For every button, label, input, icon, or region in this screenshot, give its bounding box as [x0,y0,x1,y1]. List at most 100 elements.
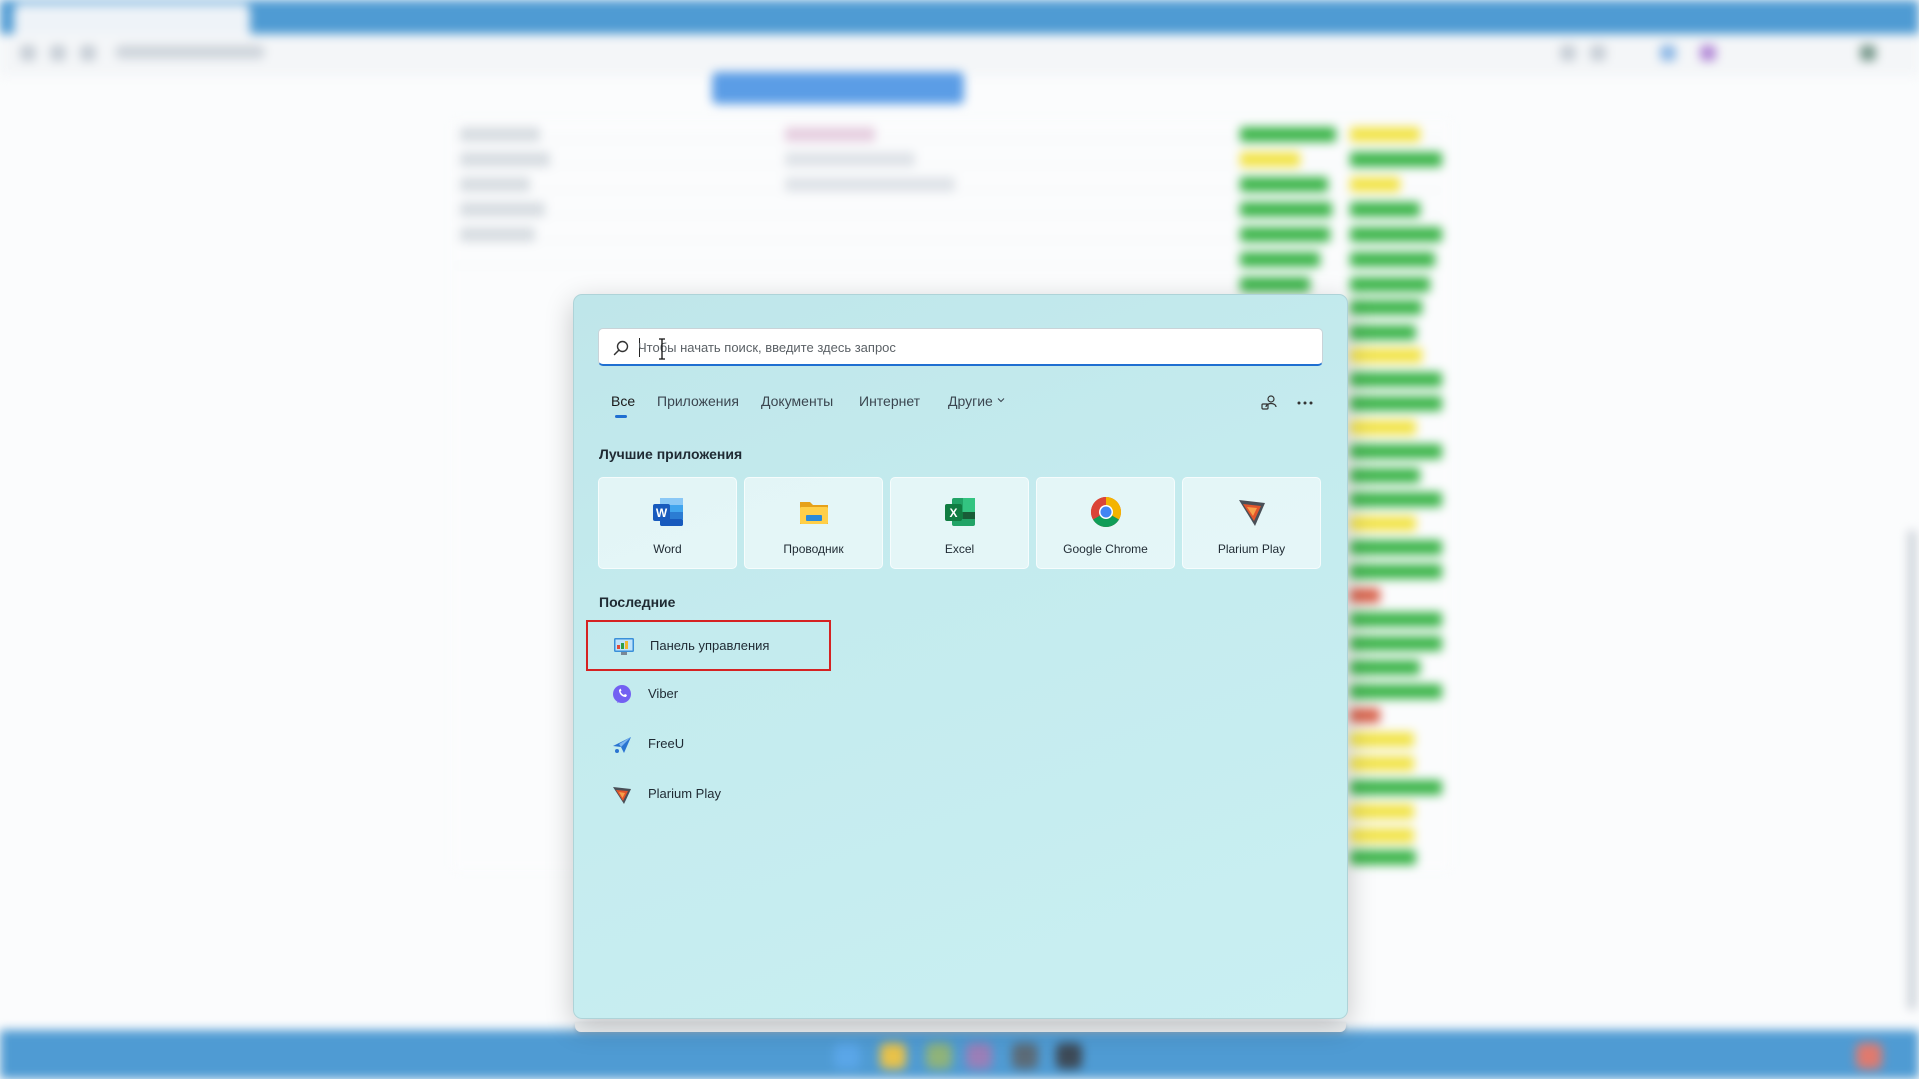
profile-icon [1860,45,1876,61]
search-box[interactable] [598,328,1323,366]
extension-icon [1590,45,1606,61]
forward-icon [50,45,66,61]
status-cell [1240,127,1336,142]
extension-icon [1700,45,1716,61]
reload-icon [80,45,96,61]
share-account-button[interactable] [1256,390,1282,416]
app-tile-google-chrome[interactable]: Google Chrome [1036,477,1175,569]
status-cell [1350,300,1422,315]
tab-internet[interactable]: Интернет [857,393,922,409]
back-icon [20,45,36,61]
status-cell [1240,177,1328,192]
more-options-icon [1297,401,1313,405]
status-cell [1350,348,1422,363]
search-panel: Все Приложения Документы Интернет Другие… [573,294,1348,1019]
recent-item-control-panel[interactable]: Панель управления [586,620,831,671]
app-tile-plarium-play[interactable]: Plarium Play [1182,477,1321,569]
app-tile-label: Excel [944,542,975,556]
status-cell [1350,396,1442,411]
status-cell [1350,177,1400,192]
status-cell [1350,684,1442,699]
search-icon [613,340,629,356]
status-cell [1240,277,1310,292]
status-cell [1350,516,1416,531]
taskbar-viber-icon [966,1043,992,1069]
recent-item-viber[interactable]: Viber [586,673,826,717]
status-cell [1350,152,1442,167]
sheet-cell [460,152,550,167]
app-tile-file-explorer[interactable]: Проводник [744,477,883,569]
extension-icon [1560,45,1576,61]
taskbar-notification-icon [1856,1043,1882,1069]
status-cell [1350,588,1380,603]
recent-item-plarium-play[interactable]: Plarium Play [586,773,826,817]
status-cell [1350,202,1420,217]
tab-label: Приложения [657,393,739,409]
sheet-cell [460,177,530,192]
tab-more[interactable]: Другие [946,393,1008,409]
background-button [712,72,964,104]
browser-address-bar [0,34,1919,76]
svg-text:X: X [949,506,957,520]
tab-label: Интернет [859,393,921,409]
taskbar-start-icon [834,1043,860,1069]
taskbar-app-icon [1012,1043,1038,1069]
status-cell [1350,468,1420,483]
sheet-cell [460,127,540,142]
app-tile-label: Word [653,542,682,556]
browser-tab [14,4,250,34]
tab-apps[interactable]: Приложения [655,393,741,409]
recent-item-label: Панель управления [650,638,770,653]
status-cell [1350,660,1420,675]
browser-titlebar [0,0,1919,34]
sheet-cell [460,227,535,242]
mouse-ibeam-icon [659,338,665,360]
status-cell [1350,732,1414,747]
search-input[interactable] [638,334,1308,360]
top-apps-heading: Лучшие приложения [599,446,743,462]
address-pill [115,45,265,59]
status-cell [1350,420,1416,435]
app-tile-word[interactable]: W Word [598,477,737,569]
freeu-icon [613,737,631,753]
file-explorer-icon [799,502,828,524]
app-tile-label: Google Chrome [1063,542,1148,556]
chevron-down-icon [997,398,1005,403]
excel-icon: X [944,498,975,526]
status-cell [1350,127,1420,142]
recent-item-label: FreeU [648,736,685,751]
share-account-icon [1261,395,1277,410]
tab-documents[interactable]: Документы [759,393,835,409]
taskbar-chrome-icon [926,1043,952,1069]
taskbar [0,1030,1919,1079]
status-cell [1350,252,1435,267]
tab-label: Документы [761,393,834,409]
taskbar-app-icon [1056,1043,1082,1069]
recent-item-label: Plarium Play [648,786,721,801]
plarium-play-icon [613,787,631,804]
tab-all[interactable]: Все [609,393,637,418]
app-tile-excel[interactable]: X Excel [890,477,1029,569]
recent-item-freeu[interactable]: FreeU [586,723,826,767]
viber-icon [613,685,631,703]
taskbar-explorer-icon [880,1043,906,1069]
status-cell [1350,277,1430,292]
active-tab-indicator [615,415,627,418]
status-cell [1350,828,1414,843]
panel-shadow-edge [575,1022,1346,1032]
recent-item-label: Viber [648,686,679,701]
status-cell [1350,564,1442,579]
more-options-button[interactable] [1292,390,1318,416]
status-cell [1350,492,1442,507]
status-cell [1350,227,1442,242]
sheet-cell [460,202,545,217]
status-cell [1240,202,1332,217]
status-cell [1240,227,1330,242]
word-icon: W [652,498,683,526]
status-cell [1350,804,1414,819]
sheet-cell [785,152,915,167]
sheet-cell [785,177,955,192]
status-cell [1350,636,1442,651]
sheet-cell [785,127,875,142]
status-cell [1350,780,1442,795]
